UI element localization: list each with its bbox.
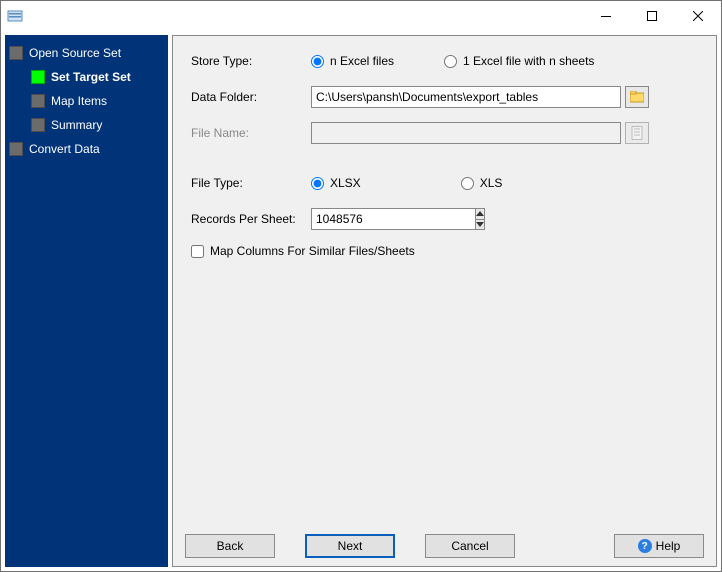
file-name-row: File Name: [191, 122, 698, 144]
button-label: Help [656, 539, 681, 553]
wizard-window: Open Source Set Set Target Set Map Items… [0, 0, 722, 572]
button-bar: Back Next Cancel ? Help [173, 526, 716, 566]
body: Open Source Set Set Target Set Map Items… [1, 31, 721, 571]
store-type-label: Store Type: [191, 54, 311, 68]
window-controls [583, 1, 721, 31]
store-type-single-file[interactable]: 1 Excel file with n sheets [444, 54, 594, 68]
minimize-button[interactable] [583, 1, 629, 31]
maximize-button[interactable] [629, 1, 675, 31]
map-columns-label: Map Columns For Similar Files/Sheets [210, 244, 415, 258]
data-folder-row: Data Folder: [191, 86, 698, 108]
help-button[interactable]: ? Help [614, 534, 704, 558]
chevron-up-icon [476, 211, 484, 216]
file-type-xls[interactable]: XLS [461, 176, 503, 190]
chevron-down-icon [476, 222, 484, 227]
nav-label: Map Items [51, 94, 107, 108]
radio-label: XLSX [330, 176, 361, 190]
spinner-up-button[interactable] [476, 209, 484, 220]
file-type-row: File Type: XLSX XLS [191, 172, 698, 194]
records-per-sheet-row: Records Per Sheet: [191, 208, 698, 230]
nav-set-target-set[interactable]: Set Target Set [9, 65, 168, 89]
spinner-down-button[interactable] [476, 220, 484, 230]
help-icon: ? [638, 539, 652, 553]
data-folder-input[interactable] [311, 86, 621, 108]
file-type-xlsx[interactable]: XLSX [311, 176, 361, 190]
step-marker-icon [31, 70, 45, 84]
nav-label: Summary [51, 118, 102, 132]
records-per-sheet-input[interactable] [311, 208, 475, 230]
radio-label: 1 Excel file with n sheets [463, 54, 594, 68]
file-type-radio-group: XLSX XLS [311, 176, 502, 190]
data-folder-label: Data Folder: [191, 90, 311, 104]
form-area: Store Type: n Excel files 1 Excel file w… [173, 36, 716, 526]
close-button[interactable] [675, 1, 721, 31]
back-button[interactable]: Back [185, 534, 275, 558]
cancel-button[interactable]: Cancel [425, 534, 515, 558]
store-type-row: Store Type: n Excel files 1 Excel file w… [191, 50, 698, 72]
step-marker-icon [31, 94, 45, 108]
browse-folder-button[interactable] [625, 86, 649, 108]
radio-label: XLS [480, 176, 503, 190]
radio-input[interactable] [311, 177, 324, 190]
map-columns-row[interactable]: Map Columns For Similar Files/Sheets [191, 244, 698, 258]
records-per-sheet-label: Records Per Sheet: [191, 212, 311, 226]
step-marker-icon [31, 118, 45, 132]
nav-open-source-set[interactable]: Open Source Set [9, 41, 168, 65]
file-name-input [311, 122, 621, 144]
content-panel: Store Type: n Excel files 1 Excel file w… [172, 35, 717, 567]
records-per-sheet-spinner[interactable] [311, 208, 421, 230]
button-label: Back [217, 539, 244, 553]
nav-map-items[interactable]: Map Items [9, 89, 168, 113]
step-marker-icon [9, 46, 23, 60]
button-label: Cancel [451, 539, 488, 553]
wizard-steps-nav: Open Source Set Set Target Set Map Items… [5, 35, 168, 567]
spinner-buttons [475, 208, 485, 230]
next-button[interactable]: Next [305, 534, 395, 558]
radio-label: n Excel files [330, 54, 394, 68]
file-name-label: File Name: [191, 126, 311, 140]
radio-input[interactable] [311, 55, 324, 68]
browse-file-button [625, 122, 649, 144]
nav-convert-data[interactable]: Convert Data [9, 137, 168, 161]
nav-label: Open Source Set [29, 46, 121, 60]
radio-input[interactable] [461, 177, 474, 190]
folder-icon [630, 91, 644, 103]
step-marker-icon [9, 142, 23, 156]
store-type-radio-group: n Excel files 1 Excel file with n sheets [311, 54, 594, 68]
map-columns-checkbox[interactable] [191, 245, 204, 258]
file-type-label: File Type: [191, 176, 311, 190]
nav-label: Convert Data [29, 142, 100, 156]
app-icon [7, 8, 23, 24]
titlebar [1, 1, 721, 31]
button-label: Next [338, 539, 363, 553]
nav-label: Set Target Set [51, 70, 131, 84]
radio-input[interactable] [444, 55, 457, 68]
nav-summary[interactable]: Summary [9, 113, 168, 137]
file-icon [631, 126, 643, 140]
store-type-n-files[interactable]: n Excel files [311, 54, 394, 68]
